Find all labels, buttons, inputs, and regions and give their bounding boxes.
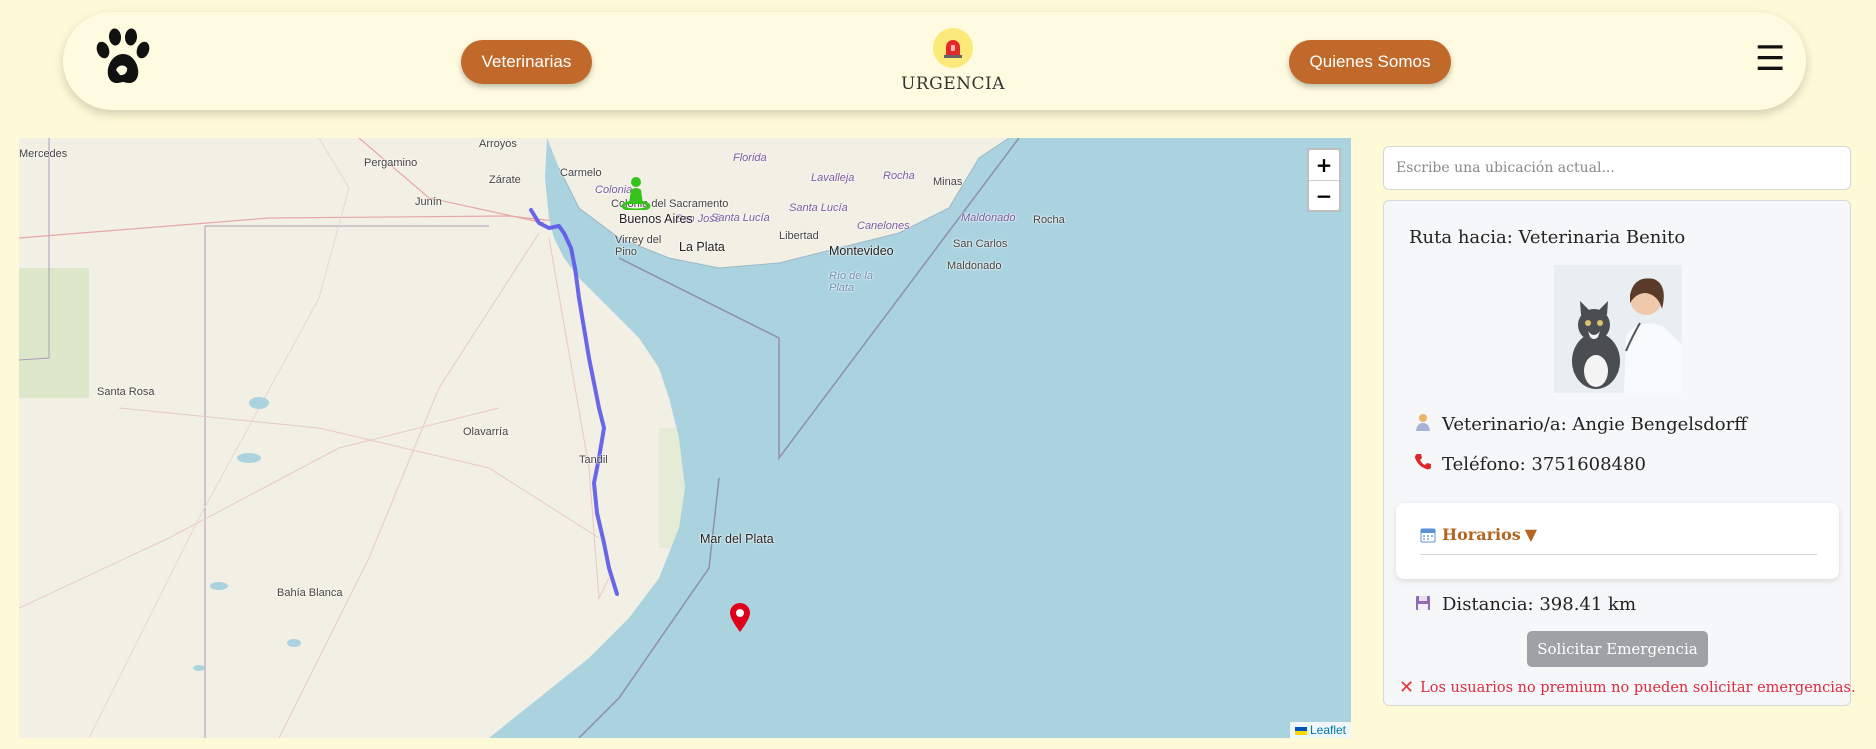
phone-label: Teléfono: 3751608480	[1442, 453, 1646, 475]
schedule-card: Horarios ▼	[1396, 503, 1839, 579]
place-label: Santa Lucía	[789, 202, 848, 214]
place-label: Florida	[733, 152, 767, 164]
place-label: Rocha	[1033, 214, 1065, 226]
vet-name-row: Veterinario/a: Angie Bengelsdorff	[1412, 413, 1747, 435]
phone-icon	[1412, 453, 1434, 475]
place-label: Arroyos	[479, 138, 517, 150]
place-label: Lavalleja	[811, 172, 855, 184]
distance-row: Distancia: 398.41 km	[1412, 594, 1636, 615]
phone-row: Teléfono: 3751608480	[1412, 453, 1646, 475]
route-info-panel: Ruta hacia: Veterinaria Benito Veterinar…	[1383, 200, 1856, 706]
place-label: Tandil	[579, 454, 608, 466]
solicitar-emergencia-button[interactable]: Solicitar Emergencia	[1527, 631, 1708, 667]
map-tiles	[19, 138, 1351, 738]
place-label: Río de la Plata	[829, 270, 874, 294]
urgencia-link[interactable]: URGENCIA	[893, 28, 1013, 94]
place-label: Santa Lucía	[711, 212, 770, 224]
hamburger-menu-icon[interactable]: ☰	[1755, 42, 1785, 76]
place-label: Zárate	[489, 174, 521, 186]
zoom-in-button[interactable]: +	[1309, 150, 1339, 181]
route-title: Ruta hacia: Veterinaria Benito	[1409, 227, 1686, 248]
distance-label: Distancia: 398.41 km	[1442, 594, 1637, 615]
zoom-control: + −	[1307, 148, 1341, 212]
urgencia-label: URGENCIA	[901, 74, 1005, 94]
route-map[interactable]: Arroyos Pergamino Zárate Carmelo Colonia…	[19, 138, 1351, 738]
veterinarias-button[interactable]: Veterinarias	[461, 40, 592, 84]
ukraine-flag-icon	[1294, 726, 1307, 735]
place-label: Mercedes	[19, 148, 68, 160]
x-mark-icon: ✕	[1399, 677, 1415, 698]
place-label: Mar del Plata	[700, 532, 774, 546]
place-label: Pergamino	[364, 157, 418, 169]
place-label: Buenos Aires	[619, 212, 693, 226]
leaflet-link[interactable]: Leaflet	[1310, 723, 1346, 737]
schedule-divider	[1420, 554, 1817, 555]
place-label: San Carlos	[953, 238, 1008, 250]
green-person-marker-icon[interactable]	[621, 176, 651, 214]
place-label: Rocha	[883, 170, 915, 182]
location-search-input[interactable]	[1383, 146, 1851, 190]
schedule-toggle[interactable]: Horarios ▼	[1420, 525, 1537, 544]
calendar-icon	[1420, 527, 1436, 543]
place-label: Libertad	[779, 230, 819, 242]
place-label: Carmelo	[560, 167, 602, 179]
place-label: Montevideo	[829, 244, 894, 258]
paw-print-icon[interactable]	[91, 26, 155, 90]
person-icon	[1412, 413, 1434, 435]
navbar: Veterinarias URGENCIA Quienes Somos ☰	[63, 12, 1806, 110]
zoom-out-button[interactable]: −	[1309, 181, 1339, 211]
place-label: Maldonado	[961, 212, 1016, 224]
floppy-disk-icon	[1412, 595, 1434, 615]
map-attribution: Leaflet	[1289, 722, 1351, 738]
premium-warning-text: Los usuarios no premium no pueden solici…	[1420, 679, 1856, 696]
chevron-down-icon: ▼	[1524, 525, 1538, 544]
place-label: Canelones	[857, 220, 910, 232]
siren-icon	[933, 28, 973, 68]
place-label: La Plata	[679, 240, 725, 254]
red-pin-marker-icon[interactable]	[729, 603, 751, 637]
place-label: Maldonado	[947, 260, 1002, 272]
vet-with-cat-photo	[1554, 265, 1682, 393]
place-label: Olavarría	[463, 426, 509, 438]
place-label: Virrey del Pino	[615, 234, 662, 258]
place-label: Santa Rosa	[97, 386, 155, 398]
schedule-label: Horarios	[1442, 525, 1521, 544]
vet-name-label: Veterinario/a: Angie Bengelsdorff	[1442, 413, 1747, 435]
place-label: Junín	[415, 196, 442, 208]
place-label: Minas	[933, 176, 963, 188]
quienes-somos-button[interactable]: Quienes Somos	[1289, 40, 1451, 84]
premium-warning: ✕ Los usuarios no premium no pueden soli…	[1399, 677, 1856, 698]
place-label: Bahía Blanca	[277, 587, 343, 599]
